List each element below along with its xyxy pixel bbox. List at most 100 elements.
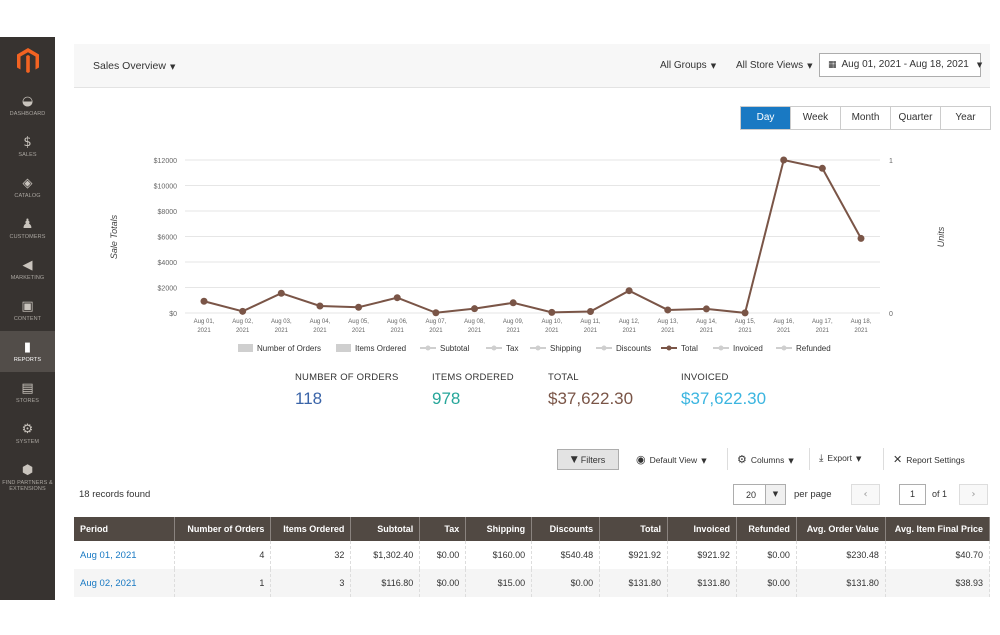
legend-marker [425, 345, 431, 351]
table-cell: $540.48 [531, 541, 601, 569]
total-label: INVOICED [681, 372, 729, 383]
x-tick-label: Aug 10, 2021 [541, 319, 562, 334]
store-icon: ▤ [21, 380, 34, 396]
legend-marker [491, 345, 497, 351]
caret-down-icon: ▼ [701, 457, 707, 465]
data-point [316, 302, 324, 310]
page-of-label: of 1 [932, 489, 948, 499]
page-number-input[interactable]: 1 [899, 484, 926, 505]
legend-marker [666, 345, 672, 351]
legend-marker [718, 345, 724, 351]
puzzle-icon: ⬢ [21, 463, 34, 478]
previous-page-button[interactable]: ‹ [851, 484, 880, 505]
column-header-number-of-orders[interactable]: Number of Orders [174, 517, 272, 541]
table-cell: $921.92 [599, 541, 669, 569]
x-tick-label: Aug 02, 2021 [232, 319, 253, 334]
y-tick-label: $0 [169, 311, 177, 318]
period-link[interactable]: Aug 01, 2021 [74, 541, 176, 569]
column-header-discounts[interactable]: Discounts [531, 517, 601, 541]
y-axis-label: Sale Totals [109, 214, 119, 259]
total-label: NUMBER OF ORDERS [295, 372, 399, 383]
chevron-right-icon: › [971, 489, 976, 500]
next-page-button[interactable]: › [959, 484, 988, 505]
x-tick-label: Aug 01, 2021 [194, 319, 215, 334]
column-header-period[interactable]: Period [74, 517, 176, 541]
table-cell: $0.00 [736, 541, 797, 569]
legend-marker [781, 345, 787, 351]
caret-down-icon: ▼ [788, 457, 794, 465]
table-cell: $38.93 [885, 569, 991, 597]
toolbar-divider [883, 448, 884, 470]
table-cell: $40.70 [885, 541, 991, 569]
x-tick-label: Aug 07, 2021 [426, 319, 447, 334]
sidebar-item-system[interactable]: ⚙ SYSTEM [0, 413, 55, 454]
report-settings-button[interactable]: ✕ Report Settings [893, 453, 965, 466]
data-point [200, 297, 208, 305]
total-invoiced: INVOICED $37,622.30 [681, 372, 766, 409]
column-header-avg-item-final-price[interactable]: Avg. Item Final Price [885, 517, 991, 541]
export-label: Export [827, 453, 852, 463]
column-header-avg-order-value[interactable]: Avg. Order Value [796, 517, 886, 541]
total-value: $37,622.30 [548, 389, 634, 408]
x-tick-label: Aug 14, 2021 [696, 319, 717, 334]
x-tick-label: Aug 15, 2021 [735, 319, 756, 334]
table-row: Aug 02, 2021 1 3 $116.80 $0.00 $15.00 $0.00 $13… [74, 569, 991, 597]
data-point [780, 156, 788, 164]
x-tick-label: Aug 05, 2021 [348, 319, 369, 334]
sidebar-item-find[interactable]: ⬢ FIND PARTNERS & EXTENSIONS [0, 454, 55, 502]
table-cell: $131.80 [599, 569, 669, 597]
legend-marker [601, 345, 607, 351]
gear-icon: ⚙ [737, 453, 747, 466]
y2-tick-label: 0 [889, 311, 893, 318]
column-header-refunded[interactable]: Refunded [736, 517, 797, 541]
sales-report-table: Period Number of Orders Items Ordered Su… [74, 517, 991, 597]
gear-icon: ⚙ [21, 421, 34, 437]
data-point [818, 164, 826, 172]
per-page-label: per page [794, 489, 832, 500]
total-revenue: TOTAL $37,622.30 [548, 372, 633, 409]
default-view-dropdown[interactable]: ◉ Default View ▼ [636, 453, 707, 466]
table-cell: $131.80 [667, 569, 737, 597]
x-tick-label: Aug 11, 2021 [580, 319, 601, 334]
columns-dropdown[interactable]: ⚙ Columns ▼ [737, 453, 794, 466]
data-point [625, 287, 633, 295]
toolbar-divider [727, 448, 728, 470]
column-header-shipping[interactable]: Shipping [465, 517, 533, 541]
table-cell: $131.80 [796, 569, 886, 597]
legend-label: Total [681, 344, 698, 353]
legend-label: Refunded [796, 344, 831, 353]
table-cell: 32 [270, 541, 352, 569]
column-header-total[interactable]: Total [599, 517, 669, 541]
table-cell: $921.92 [667, 541, 737, 569]
table-cell: $116.80 [350, 569, 421, 597]
filters-button[interactable]: ▼ Filters [557, 449, 619, 470]
caret-down-icon: ▼ [856, 455, 862, 463]
sidebar-item-stores[interactable]: ▤ STORES [0, 372, 55, 413]
column-header-invoiced[interactable]: Invoiced [667, 517, 737, 541]
x-tick-label: Aug 08, 2021 [464, 319, 485, 334]
data-point [857, 234, 865, 242]
funnel-icon: ▼ [570, 454, 578, 465]
total-items-ordered: ITEMS ORDERED 978 [432, 372, 514, 409]
per-page-select[interactable]: 20 ▼ [733, 484, 786, 505]
y2-axis-label: Units [936, 226, 946, 247]
sidebar-item-label: STORES [15, 397, 40, 404]
data-point [664, 306, 672, 314]
x-tick-label: Aug 06, 2021 [387, 319, 408, 334]
y2-tick-label: 1 [889, 158, 893, 165]
legend-swatch [238, 344, 253, 352]
table-cell: 4 [174, 541, 272, 569]
toolbar-divider [809, 448, 810, 470]
column-header-tax[interactable]: Tax [419, 517, 467, 541]
data-point [239, 307, 247, 315]
table-cell: $15.00 [465, 569, 533, 597]
sidebar-item-label: SYSTEM [15, 438, 40, 445]
period-link[interactable]: Aug 02, 2021 [74, 569, 176, 597]
y-tick-label: $6000 [158, 235, 178, 242]
column-header-items-ordered[interactable]: Items Ordered [270, 517, 352, 541]
x-tick-label: Aug 09, 2021 [503, 319, 524, 334]
export-dropdown[interactable]: ⤓ Export ▼ [819, 453, 861, 464]
y-tick-label: $4000 [158, 260, 178, 267]
column-header-subtotal[interactable]: Subtotal [350, 517, 421, 541]
y-tick-label: $8000 [158, 209, 178, 216]
